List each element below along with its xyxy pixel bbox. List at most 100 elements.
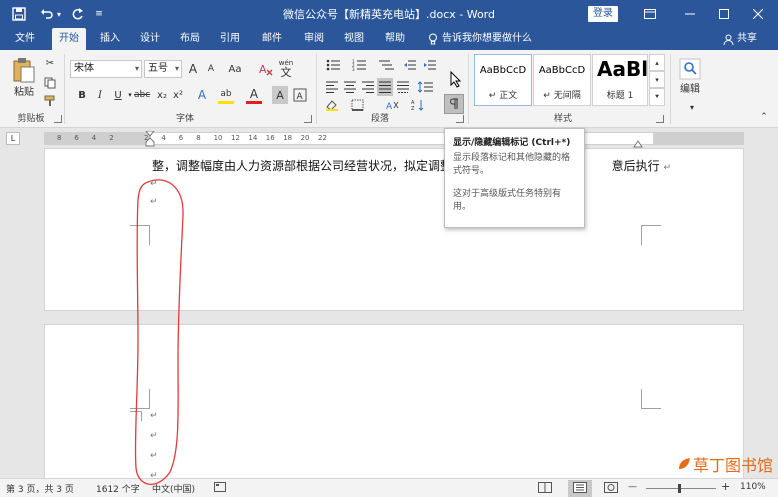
styles-more-icon[interactable]: ⯆ xyxy=(649,88,665,106)
tab-insert[interactable]: 插入 xyxy=(93,28,127,50)
tab-file[interactable]: 文件 xyxy=(8,28,42,50)
copy-icon[interactable] xyxy=(42,74,58,92)
zoom-in-button[interactable]: + xyxy=(721,480,730,493)
ruler-tick: 10 xyxy=(213,134,223,142)
font-name-value: 宋体 xyxy=(74,63,94,74)
multilevel-list-icon[interactable] xyxy=(376,56,398,74)
close-icon[interactable] xyxy=(738,0,778,28)
tab-mailings[interactable]: 邮件 xyxy=(255,28,289,50)
text-effects-button[interactable]: A xyxy=(194,86,210,104)
ribbon-display-icon[interactable] xyxy=(630,0,670,28)
styles-scroll-up-icon[interactable]: ▴ xyxy=(649,54,665,71)
language-indicator[interactable]: 中文(中国) xyxy=(152,482,195,495)
styles-launcher-icon[interactable] xyxy=(656,115,664,123)
cut-icon[interactable]: ✂ xyxy=(42,54,58,72)
font-size-combo[interactable]: 五号 ▾ xyxy=(144,60,182,78)
tab-references[interactable]: 引用 xyxy=(213,28,247,50)
style-normal-sample: AaBbCcD xyxy=(479,65,527,76)
style-no-spacing[interactable]: AaBbCcD ↵ 无间隔 xyxy=(533,54,591,106)
zoom-out-button[interactable]: — xyxy=(628,482,637,492)
macro-record-icon[interactable] xyxy=(214,482,226,495)
tab-review[interactable]: 审阅 xyxy=(297,28,331,50)
status-bar: 第 3 页，共 3 页 1612 个字 中文(中国) — + 110% xyxy=(0,478,778,497)
enclose-character-icon[interactable]: A xyxy=(292,86,308,104)
grow-font-button[interactable]: A xyxy=(185,60,201,78)
styles-scroll-down-icon[interactable]: ▾ xyxy=(649,71,665,88)
zoom-level[interactable]: 110% xyxy=(740,482,766,492)
sort-icon[interactable]: AZ xyxy=(410,96,426,114)
clipboard-launcher-icon[interactable] xyxy=(54,115,62,123)
decrease-indent-icon[interactable] xyxy=(402,56,418,74)
justify-icon[interactable] xyxy=(377,78,393,96)
save-icon[interactable] xyxy=(8,4,30,24)
align-center-icon[interactable] xyxy=(342,78,358,96)
indent-marker[interactable] xyxy=(145,131,155,147)
show-hide-marks-button[interactable] xyxy=(444,94,464,114)
highlight-button[interactable]: ab xyxy=(218,86,234,104)
login-button[interactable]: 登录 xyxy=(588,6,618,22)
format-painter-icon[interactable] xyxy=(42,92,58,110)
read-mode-icon[interactable] xyxy=(538,482,552,496)
zoom-slider-thumb[interactable] xyxy=(678,484,681,493)
undo-dropdown-icon[interactable]: ▾ xyxy=(54,4,64,24)
customize-qat-icon[interactable]: ≡ xyxy=(88,4,110,24)
editing-button[interactable]: 编辑 xyxy=(676,54,704,98)
page-1[interactable]: 整，调整幅度由人力资源部根据公司经营状况，拟定调整 意后执行 ↵ ↵ ↵ xyxy=(44,148,744,311)
align-right-icon[interactable] xyxy=(360,78,376,96)
italic-button[interactable]: I xyxy=(92,86,108,104)
clear-format-icon[interactable]: A xyxy=(258,60,274,78)
shading-icon[interactable] xyxy=(324,96,340,114)
share-button[interactable]: 共享 xyxy=(723,28,757,50)
paste-button[interactable]: 粘贴 xyxy=(10,56,38,98)
bold-button[interactable]: B xyxy=(74,86,90,104)
character-shading-button[interactable]: A xyxy=(272,86,288,104)
style-normal[interactable]: AaBbCcD ↵ 正文 xyxy=(474,54,532,106)
shrink-font-button[interactable]: A xyxy=(203,60,219,78)
chevron-down-icon[interactable]: ▾ xyxy=(684,98,700,116)
increase-indent-icon[interactable] xyxy=(422,56,438,74)
ruler-tick: 12 xyxy=(231,134,240,142)
crop-mark xyxy=(641,389,661,409)
zoom-slider-track[interactable] xyxy=(646,488,716,489)
tab-view[interactable]: 视图 xyxy=(337,28,371,50)
font-launcher-icon[interactable] xyxy=(304,115,312,123)
redo-icon[interactable] xyxy=(66,4,88,24)
distributed-icon[interactable] xyxy=(395,78,411,96)
svg-text:A: A xyxy=(297,92,304,102)
body-text-line[interactable]: 整，调整幅度由人力资源部根据公司经营状况，拟定调整 意后执行 ↵ xyxy=(152,157,671,174)
bullets-icon[interactable] xyxy=(324,56,346,74)
collapse-ribbon-icon[interactable]: ⌃ xyxy=(756,108,772,126)
paste-label: 粘贴 xyxy=(14,86,34,98)
right-indent-marker[interactable] xyxy=(633,138,643,148)
print-layout-icon[interactable] xyxy=(568,480,592,497)
tab-layout[interactable]: 布局 xyxy=(173,28,207,50)
tab-selector[interactable]: L xyxy=(6,132,20,145)
paragraph-launcher-icon[interactable] xyxy=(456,115,464,123)
ruler-area: L 86422468101214161820224042444648 xyxy=(0,128,778,148)
horizontal-ruler[interactable]: 86422468101214161820224042444648 xyxy=(44,131,744,148)
font-color-button[interactable]: A xyxy=(246,86,262,104)
paragraph-mark: ↵ xyxy=(150,471,158,478)
numbering-icon[interactable]: 123 xyxy=(350,56,372,74)
word-count[interactable]: 1612 个字 xyxy=(96,482,140,495)
tab-home[interactable]: 开始 xyxy=(52,28,86,50)
subscript-button[interactable]: x₂ xyxy=(154,86,170,104)
tab-help[interactable]: 帮助 xyxy=(378,28,412,50)
tell-me-box[interactable]: 告诉我你想要做什么 xyxy=(428,28,532,50)
style-heading-1[interactable]: AaBl 标题 1 xyxy=(592,54,648,106)
page-2[interactable]: ↵ ↵ ↵ ↵ xyxy=(44,324,744,478)
change-case-button[interactable]: Aa xyxy=(224,60,246,78)
superscript-button[interactable]: x² xyxy=(170,86,186,104)
align-left-icon[interactable] xyxy=(324,78,340,96)
strikethrough-button[interactable]: abc xyxy=(134,86,150,104)
ribbon-tabs: 文件 开始 插入 设计 布局 引用 邮件 审阅 视图 帮助 告诉我你想要做什么 … xyxy=(0,28,778,50)
separator xyxy=(316,54,317,124)
line-spacing-icon[interactable] xyxy=(418,78,434,96)
tooltip-title: 显示/隐藏编辑标记 (Ctrl+*) xyxy=(453,138,571,148)
font-name-combo[interactable]: 宋体 ▾ xyxy=(70,60,142,78)
tab-design[interactable]: 设计 xyxy=(133,28,167,50)
style-heading-1-name: 标题 1 xyxy=(606,91,634,101)
web-layout-icon[interactable] xyxy=(604,482,618,496)
phonetic-guide-button[interactable]: wén 文 xyxy=(278,55,294,81)
page-count[interactable]: 第 3 页，共 3 页 xyxy=(6,482,74,495)
